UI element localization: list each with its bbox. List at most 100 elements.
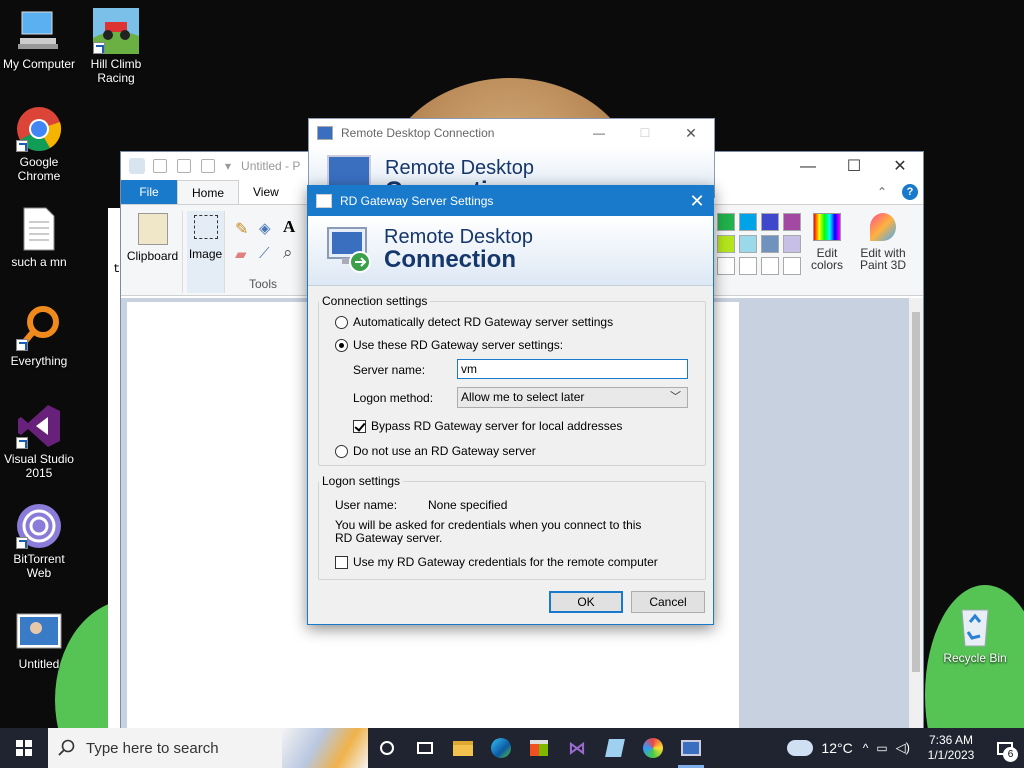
color-swatch[interactable] [717,257,735,275]
edit-colors-button[interactable]: Edit colors [807,213,847,271]
color-swatch[interactable] [739,257,757,275]
eraser-icon[interactable]: ▰ [235,245,247,263]
checkbox-unchecked[interactable] [335,555,348,569]
clipboard-label: Clipboard [126,249,179,263]
desktop-icon-everything[interactable]: Everything [0,305,78,368]
taskbar-search[interactable]: Type here to search [48,728,368,768]
file-explorer-icon[interactable] [444,728,482,768]
color-swatch[interactable] [761,213,779,231]
color-swatch[interactable] [739,235,757,253]
auto-detect-radio[interactable]: Automatically detect RD Gateway server s… [335,315,613,329]
visual-studio-taskbar-icon[interactable]: ⋈ [558,728,596,768]
tools-label: Tools [249,277,278,291]
image-group[interactable]: Image [187,211,225,293]
maximize-icon[interactable]: ☐ [831,156,877,178]
undo-icon[interactable] [177,159,191,173]
shortcut-arrow-icon [16,537,28,549]
desktop-icon-untitled[interactable]: Untitled [0,608,78,671]
volume-icon[interactable]: ◁) [896,740,910,756]
tab-file[interactable]: File [121,180,177,204]
chevron-up-icon[interactable]: ^ [863,741,869,755]
clipboard-group[interactable]: Clipboard [123,211,183,293]
cancel-button[interactable]: Cancel [631,591,705,613]
fill-icon[interactable]: ◈ [259,219,271,237]
close-icon[interactable]: ✕ [877,156,923,178]
do-not-use-radio[interactable]: Do not use an RD Gateway server [335,444,536,458]
chevron-up-icon[interactable]: ⌃ [877,180,897,204]
edit-paint3d-button[interactable]: Edit with Paint 3D [855,213,911,271]
desktop-icon-visual-studio[interactable]: Visual Studio 2015 [0,403,78,480]
bypass-label: Bypass RD Gateway server for local addre… [371,419,623,433]
color-swatch[interactable] [717,213,735,231]
notepad-icon[interactable] [596,728,634,768]
paint-app-icon [129,158,145,174]
dialog-title-bar: RD Gateway Server Settings ✕ [308,186,713,216]
start-button[interactable] [0,728,48,768]
desktop-icon-label: My Computer [2,57,76,71]
close-icon[interactable]: ✕ [668,119,714,147]
notifications-button[interactable]: 6 [986,728,1024,768]
pencil-icon[interactable]: ✎ [235,219,248,239]
color-picker-icon[interactable]: ⟋ [259,245,270,262]
color-swatch[interactable] [783,257,801,275]
color-swatch[interactable] [783,213,801,231]
close-icon[interactable]: ✕ [681,186,713,216]
logon-method-select[interactable]: Allow me to select later ﹀ [457,387,688,408]
chevron-down-icon[interactable]: ▾ [225,159,231,173]
use-credentials-checkbox[interactable]: Use my RD Gateway credentials for the re… [335,555,658,569]
desktop-icon-recycle-bin[interactable]: Recycle Bin [936,602,1014,665]
rdc-title: Remote Desktop Connection [341,126,495,140]
minimize-icon[interactable]: — [785,156,831,178]
color-swatch[interactable] [761,235,779,253]
magnifier-icon[interactable]: ⌕ [283,243,293,263]
desktop-icon-such-a-mn[interactable]: such a mn [0,206,78,269]
desktop-icon-label: Visual Studio 2015 [4,452,74,480]
desktop-icon-label: Untitled [18,657,60,671]
paint-taskbar-icon[interactable] [634,728,672,768]
task-view-icon[interactable] [406,728,444,768]
desktop-icon-chrome[interactable]: Google Chrome [0,106,78,183]
store-icon[interactable] [520,728,558,768]
tab-view[interactable]: View [239,180,293,204]
save-icon[interactable] [153,159,167,173]
clock-time: 7:36 AM [928,733,974,747]
checkbox-checked[interactable] [353,419,366,433]
radio-circle[interactable] [335,315,348,329]
color-swatch[interactable] [783,235,801,253]
network-icon[interactable]: ▭ [876,741,887,755]
dialog-app-icon [316,194,332,208]
tab-home[interactable]: Home [177,180,240,204]
redo-icon[interactable] [201,159,215,173]
desktop-icon-hill-climb[interactable]: Hill Climb Racing [77,8,155,85]
color-swatch[interactable] [717,235,735,253]
color-spectrum-icon [813,213,841,241]
help-icon[interactable]: ? [897,180,923,204]
text-icon[interactable]: A [283,217,295,237]
desktop-icon-bittorrent[interactable]: BitTorrent Web [0,503,78,580]
use-these-settings-radio[interactable]: Use these RD Gateway server settings: [335,338,563,352]
bypass-local-checkbox[interactable]: Bypass RD Gateway server for local addre… [353,419,622,433]
radio-circle-selected[interactable] [335,338,348,352]
ok-button[interactable]: OK [549,591,623,613]
search-icon [58,739,75,756]
dialog-banner: Remote Desktop Connection [308,216,713,286]
bittorrent-icon [16,503,62,549]
radio-circle[interactable] [335,444,348,458]
scrollbar-thumb[interactable] [912,312,920,672]
chevron-down-icon: ﹀ [670,391,681,403]
vertical-scrollbar[interactable] [909,298,923,730]
desktop-icon-my-computer[interactable]: My Computer [0,8,78,71]
edge-icon[interactable] [482,728,520,768]
color-swatch[interactable] [761,257,779,275]
user-name-label: User name: [335,498,398,512]
cortana-icon[interactable] [368,728,406,768]
search-placeholder: Type here to search [86,739,219,757]
weather-temperature[interactable]: 12°C [821,740,852,756]
minimize-icon[interactable]: — [576,119,622,147]
color-swatch[interactable] [739,213,757,231]
clock-date: 1/1/2023 [927,748,975,762]
clock[interactable]: 7:36 AM 1/1/2023 [916,733,986,763]
rdc-taskbar-icon[interactable] [672,728,710,768]
rd-gateway-dialog[interactable]: RD Gateway Server Settings ✕ Remote Desk… [307,185,714,625]
server-name-input[interactable]: vm [457,359,688,379]
